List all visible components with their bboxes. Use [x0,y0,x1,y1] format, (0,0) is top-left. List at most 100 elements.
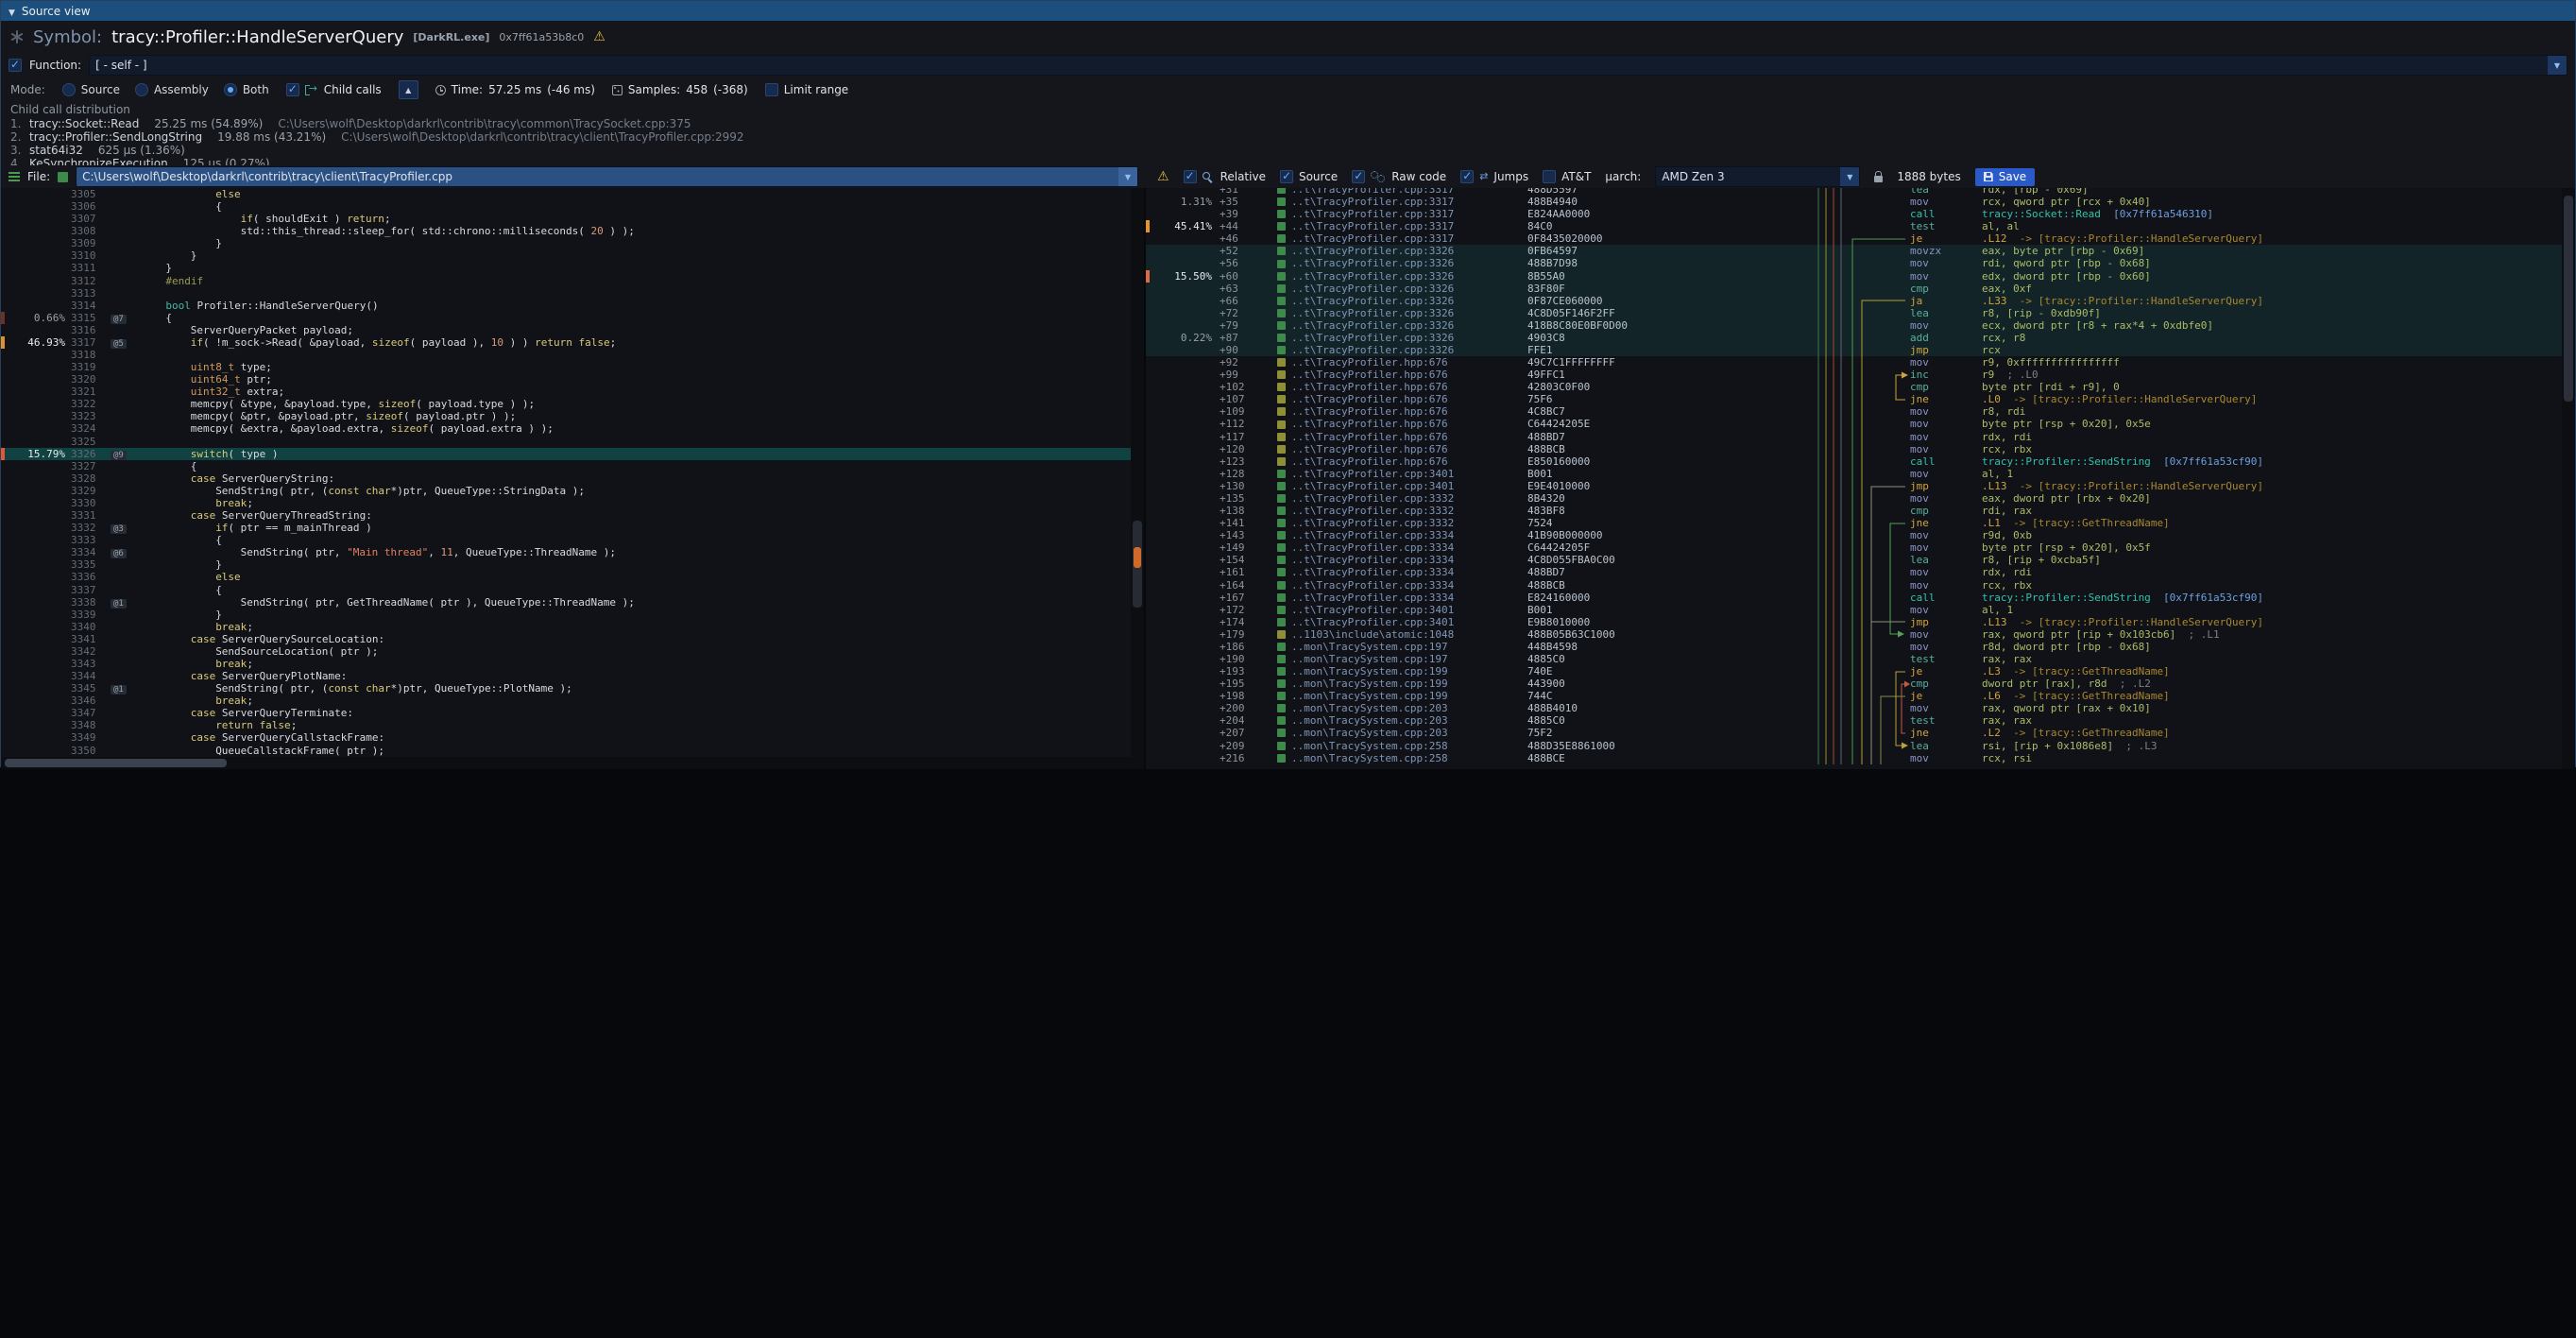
source-line[interactable]: 3320uint64_t ptr; [1,373,1131,386]
asm-count-marker: @1 [111,596,141,609]
source-line[interactable]: 15.79%3326@9switch( type ) [1,448,1131,460]
source-line[interactable]: 3310} [1,249,1131,262]
source-line[interactable]: 46.93%3317@5if( !m_sock->Read( &payload,… [1,336,1131,349]
source-line[interactable]: 3327{ [1,460,1131,472]
chevron-down-icon[interactable] [1840,167,1859,186]
source-line[interactable]: 3339} [1,609,1131,621]
save-button[interactable]: Save [1975,168,2035,186]
checkbox-icon[interactable] [1352,170,1365,183]
source-line[interactable]: 3324memcpy( &extra, &payload.extra, size… [1,422,1131,435]
asm-count-marker [111,200,141,213]
assembly-pane[interactable]: +31..t\TracyProfiler.cpp:3317488D5597lea… [1146,188,2562,769]
source-line[interactable]: 3307if( shouldExit ) return; [1,213,1131,225]
source-line[interactable]: 3334@6SendString( ptr, "Main thread", 11… [1,546,1131,558]
asm-bytes: 4C8D055FBA0C00 [1527,554,1811,566]
source-line[interactable]: 3318 [1,349,1131,361]
source-line[interactable]: 3306{ [1,200,1131,213]
source-line[interactable]: 3316ServerQueryPacket payload; [1,324,1131,336]
line-number: 3312 [71,275,111,287]
function-combo[interactable]: [ - self - ] [89,55,2567,76]
child-call-row[interactable]: 2.tracy::Profiler::SendLongString19.88 m… [10,130,2566,144]
source-line[interactable]: 3313 [1,287,1131,300]
checkbox-icon[interactable] [1460,170,1474,183]
source-line[interactable]: 3335} [1,558,1131,571]
source-line[interactable]: 3322memcpy( &type, &payload.type, sizeof… [1,398,1131,410]
source-line[interactable]: 3346break; [1,695,1131,707]
source-line[interactable]: 3333{ [1,534,1131,546]
jump-to-entry-button[interactable] [399,80,418,99]
child-call-row[interactable]: 1.tracy::Socket::Read25.25 ms (54.89%)C:… [10,117,2566,130]
checkbox-icon[interactable] [1280,170,1293,183]
source-line[interactable]: 3308std::this_thread::sleep_for( std::ch… [1,225,1131,237]
line-percent [5,249,71,262]
toggle-source[interactable]: Source [1280,170,1338,183]
uarch-combo[interactable]: AMD Zen 3 [1655,166,1860,187]
source-line[interactable]: 3337{ [1,584,1131,596]
source-line[interactable]: 3344case ServerQueryPlotName: [1,670,1131,682]
asm-percent [1150,727,1220,739]
assembly-vertical-scrollbar[interactable] [2562,188,2575,769]
source-horizontal-scrollbar[interactable] [1,757,1131,769]
source-line[interactable]: 3329SendString( ptr, (const char*)ptr, Q… [1,485,1131,497]
source-line[interactable]: 3330break; [1,497,1131,509]
source-line[interactable]: 3340break; [1,621,1131,633]
source-line[interactable]: 3347case ServerQueryTerminate: [1,707,1131,719]
source-line[interactable]: 3309} [1,237,1131,249]
chevron-down-icon[interactable] [2548,56,2567,75]
scrollbar-thumb[interactable] [5,759,227,767]
source-line[interactable]: 3332@3if( ptr == m_mainThread ) [1,522,1131,534]
source-line[interactable]: 3312#endif [1,275,1131,287]
toggle-raw-code[interactable]: Raw code [1352,170,1446,183]
asm-operands: rdi, qword ptr [rbp - 0x68] [1982,257,2562,269]
source-line[interactable]: 3328case ServerQueryString: [1,472,1131,485]
chevron-down-icon[interactable] [1118,167,1137,186]
source-line[interactable]: 3350QueueCallstackFrame( ptr ); [1,745,1131,757]
asm-percent [1150,566,1220,578]
toggle-jumps[interactable]: ⇄Jumps [1460,170,1528,183]
source-line[interactable]: 3325 [1,436,1131,448]
toggle-relative[interactable]: Relative [1184,170,1266,183]
scrollbar-thumb[interactable] [2564,196,2573,402]
collapse-icon[interactable] [9,5,15,18]
source-line[interactable]: 3348return false; [1,719,1131,731]
source-line[interactable]: 3338@1SendString( ptr, GetThreadName( pt… [1,596,1131,609]
mode-radio-assembly[interactable]: Assembly [135,83,209,96]
limit-range-checkbox[interactable] [765,83,778,96]
child-call-row[interactable]: 4.KeSynchronizeExecution125 μs (0.27%) [10,157,2566,165]
source-line[interactable]: 0.66%3315@7{ [1,312,1131,324]
source-line[interactable]: 3345@1SendString( ptr, (const char*)ptr,… [1,682,1131,695]
source-line[interactable]: 3342SendSourceLocation( ptr ); [1,645,1131,658]
file-list-icon[interactable] [9,172,20,181]
child-calls-toggle[interactable]: → Child calls [286,83,382,96]
child-calls-checkbox[interactable] [286,83,299,96]
checkbox-icon[interactable] [1184,170,1197,183]
source-line[interactable]: 3319uint8_t type; [1,361,1131,373]
title-bar[interactable]: Source view [1,1,2575,21]
source-line[interactable]: 3321uint32_t extra; [1,386,1131,398]
selected-line-marker[interactable] [1134,547,1141,568]
asm-count-marker [111,485,141,497]
source-vertical-scrollbar[interactable] [1131,188,1144,769]
code-text: } [141,237,1131,249]
source-line[interactable]: 3323memcpy( &ptr, &payload.ptr, sizeof( … [1,410,1131,422]
source-pane[interactable]: 3305else3306{3307if( shouldExit ) return… [1,188,1144,769]
source-line[interactable]: 3336else [1,571,1131,583]
toggle-at-t[interactable]: AT&T [1543,170,1591,183]
source-line[interactable]: 3311} [1,262,1131,274]
source-line[interactable]: 3305else [1,188,1131,200]
file-combo[interactable]: C:\Users\wolf\Desktop\darkrl\contrib\tra… [76,166,1138,187]
source-line[interactable]: 3341case ServerQuerySourceLocation: [1,633,1131,645]
mode-radio-both[interactable]: Both [224,83,269,96]
asm-offset: +179 [1220,628,1271,641]
source-line[interactable]: 3349case ServerQueryCallstackFrame: [1,731,1131,744]
asm-operands: r8, [rip - 0xdb90f] [1982,307,2562,319]
source-line[interactable]: 3343break; [1,658,1131,670]
child-call-row[interactable]: 3.stat64i32625 μs (1.36%) [10,144,2566,157]
source-line[interactable]: 3331case ServerQueryThreadString: [1,509,1131,522]
mode-radio-source[interactable]: Source [62,83,120,96]
function-checkbox[interactable] [9,59,22,72]
asm-bytes: 488B7D98 [1527,257,1811,269]
checkbox-icon[interactable] [1543,170,1556,183]
source-line[interactable]: 3314bool Profiler::HandleServerQuery() [1,300,1131,312]
limit-range-toggle[interactable]: Limit range [765,83,848,96]
